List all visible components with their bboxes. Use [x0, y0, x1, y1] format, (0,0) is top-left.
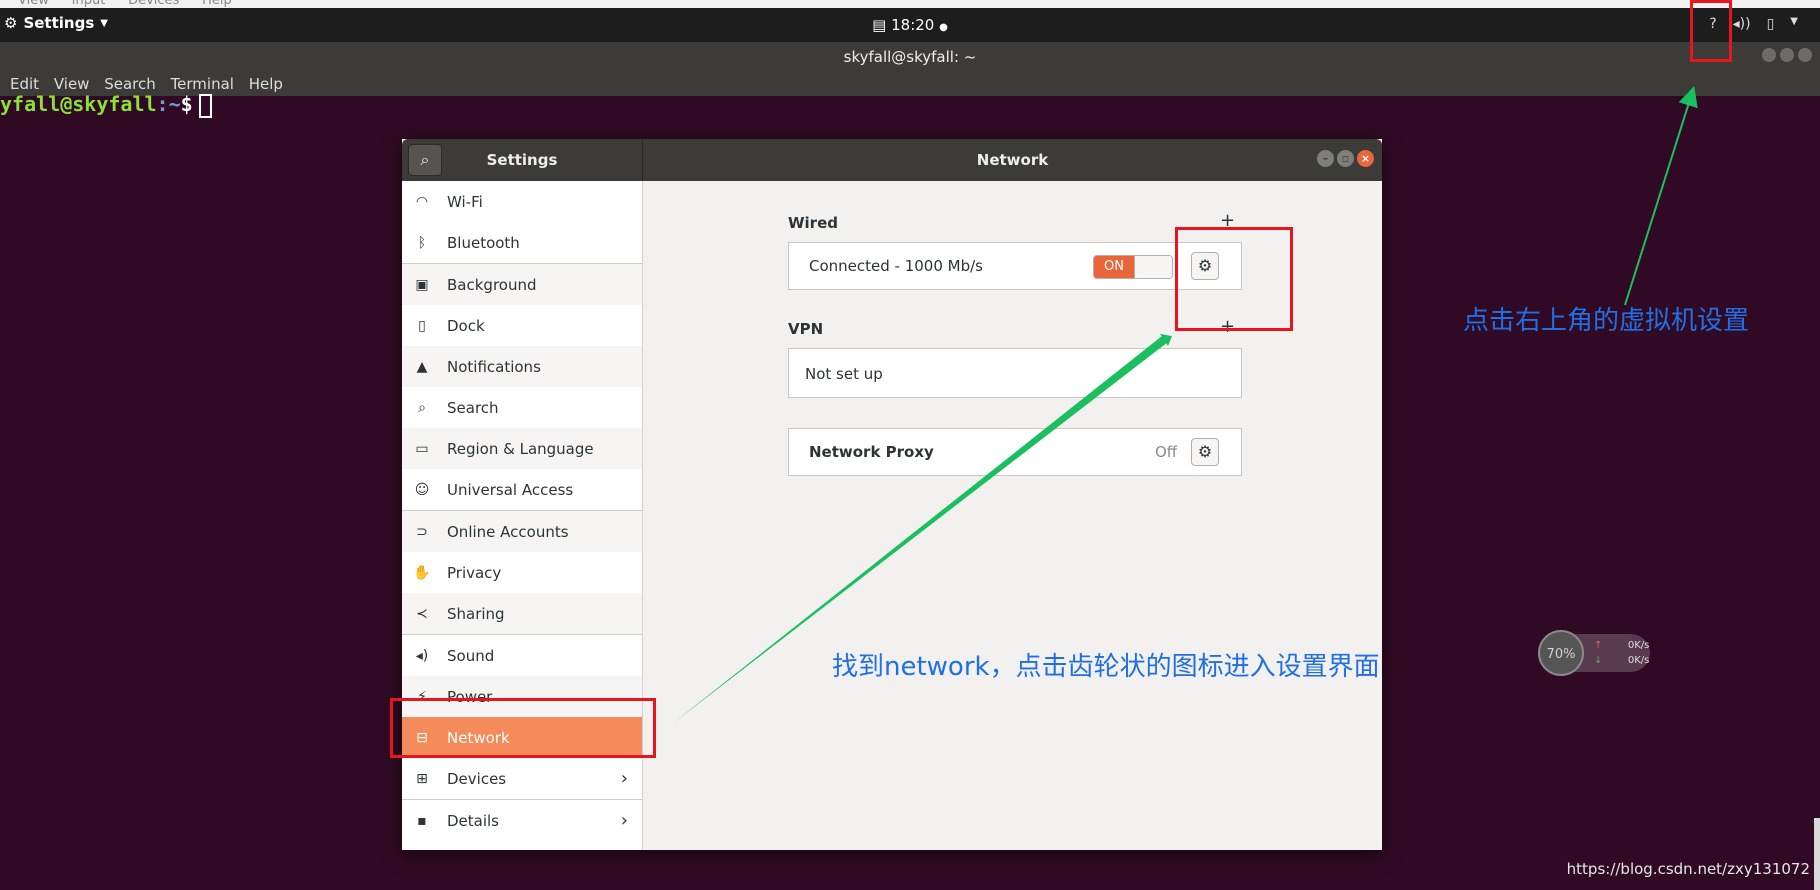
network-note: 找到network，点击齿轮状的图标进入设置界面	[832, 652, 1380, 682]
annotation-arrows	[672, 86, 1698, 724]
watermark: https://blog.csdn.net/zxy131072	[1566, 860, 1810, 878]
top-right-note: 点击右上角的虚拟机设置	[1463, 306, 1750, 336]
arrow-to-tray	[1624, 86, 1698, 306]
scrollbar-thumb[interactable]	[1814, 818, 1820, 890]
highlight-tray-box	[1690, 0, 1732, 62]
highlight-gear-box	[1175, 227, 1293, 331]
highlight-network-box	[390, 698, 656, 758]
